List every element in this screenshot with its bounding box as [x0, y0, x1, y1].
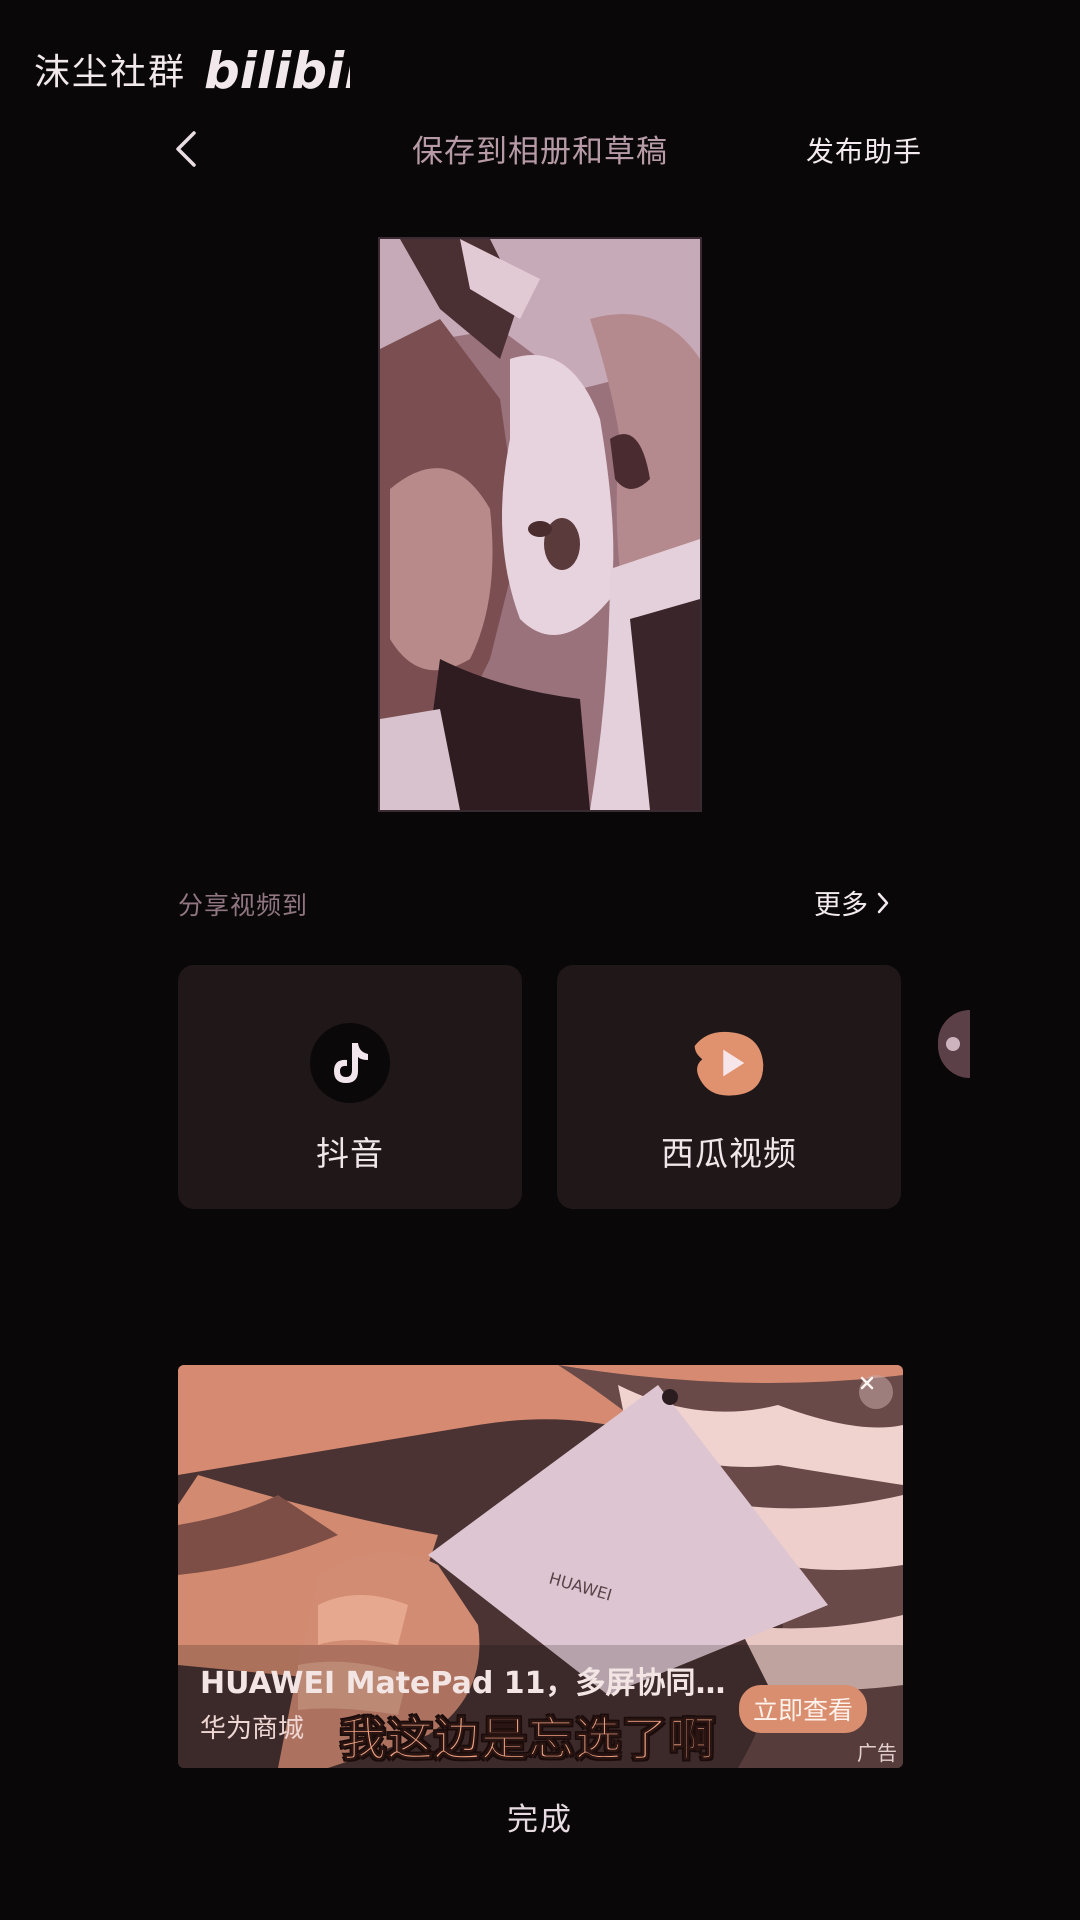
- share-section-label: 分享视频到: [178, 891, 309, 920]
- close-icon: [860, 1376, 874, 1390]
- video-subtitle: 我这边是忘选了啊: [340, 1712, 716, 1767]
- ad-cta-button[interactable]: 立即查看: [738, 1685, 867, 1733]
- video-thumbnail: [380, 239, 700, 810]
- more-label: 更多: [814, 890, 868, 921]
- svg-text:bilibili: bilibili: [204, 42, 350, 98]
- ad-title: HUAWEI MatePad 11，多屏协同…: [200, 1666, 726, 1701]
- done-button[interactable]: 完成: [0, 1794, 1080, 1839]
- chevron-right-icon: [877, 892, 889, 913]
- share-xigua-card[interactable]: 西瓜视频: [557, 965, 901, 1209]
- back-button[interactable]: [166, 124, 206, 174]
- ad-brand: 华为商城: [200, 1714, 305, 1744]
- share-name-douyin: 抖音: [316, 1134, 384, 1173]
- publish-assistant-button[interactable]: 发布助手: [806, 130, 922, 170]
- share-name-xigua: 西瓜视频: [661, 1134, 797, 1173]
- bilibili-logo: bilibili: [204, 42, 350, 98]
- video-preview[interactable]: [378, 237, 702, 812]
- share-next-item-peek[interactable]: [938, 1010, 970, 1078]
- page-title: 保存到相册和草稿: [412, 134, 668, 170]
- more-button[interactable]: 更多: [814, 883, 890, 922]
- ad-tag: 广告: [857, 1741, 897, 1765]
- douyin-icon: [310, 1023, 390, 1103]
- peek-icon: [946, 1037, 960, 1051]
- share-douyin-card[interactable]: 抖音: [178, 965, 522, 1209]
- watermark-text: 沫尘社群: [34, 52, 187, 93]
- ad-close-button[interactable]: [859, 1375, 893, 1409]
- ad-banner[interactable]: HUAWEI HUAWEI MatePad 11，多屏协同… 华为商城 立即查看…: [178, 1365, 903, 1768]
- chevron-left-icon: [176, 131, 196, 167]
- watermark: 沫尘社群 bilibili: [34, 40, 350, 98]
- xigua-icon: [689, 1023, 769, 1103]
